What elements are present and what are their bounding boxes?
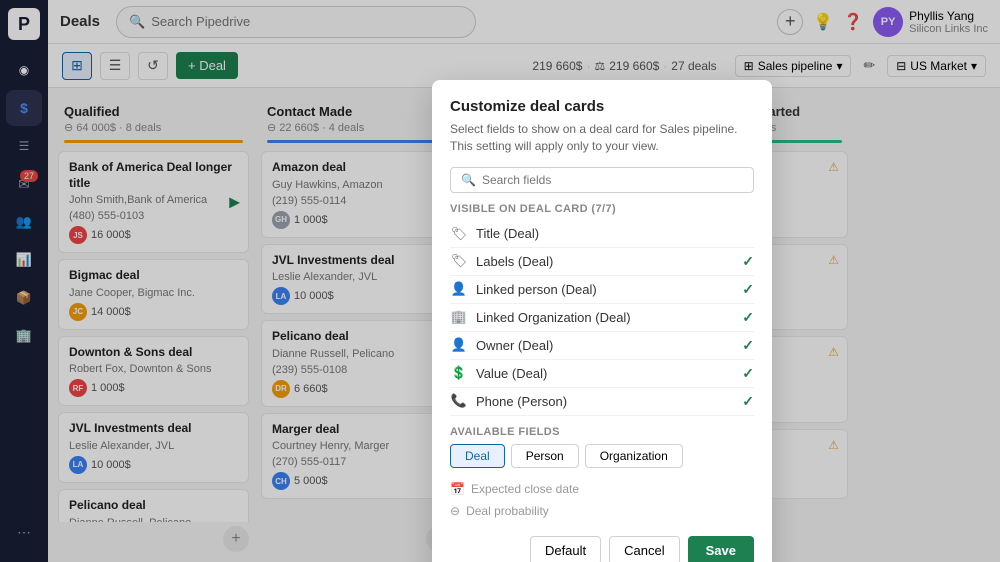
available-section-label: AVAILABLE FIELDS [450,426,754,438]
cancel-button[interactable]: Cancel [609,536,679,562]
field-labels[interactable]: 🏷 Labels (Deal) ✓ [450,248,754,276]
field-title[interactable]: 🏷 Title (Deal) [450,221,754,248]
visible-fields-list: 🏷 Title (Deal) 🏷 Labels (Deal) ✓ 👤 Linke… [450,221,754,416]
save-button[interactable]: Save [688,536,754,562]
modal-search-input[interactable] [482,173,743,187]
modal-search-icon: 🔍 [461,173,476,187]
tab-person[interactable]: Person [511,444,579,468]
field-owner[interactable]: 👤 Owner (Deal) ✓ [450,332,754,360]
labels-icon: 🏷 [450,253,468,269]
modal-title: Customize deal cards [450,98,754,115]
tab-deal[interactable]: Deal [450,444,505,468]
customize-modal: Customize deal cards Select fields to sh… [432,80,772,562]
phone-check: ✓ [742,393,754,410]
modal-footer: Default Cancel Save [450,536,754,562]
field-value[interactable]: 💲 Value (Deal) ✓ [450,360,754,388]
field-linked-org[interactable]: 🏢 Linked Organization (Deal) ✓ [450,304,754,332]
labels-check: ✓ [742,253,754,270]
owner-icon: 👤 [450,337,468,353]
tab-organization[interactable]: Organization [585,444,683,468]
value-check: ✓ [742,365,754,382]
modal-description: Select fields to show on a deal card for… [450,121,754,155]
title-icon: 🏷 [450,226,468,242]
modal-search-bar[interactable]: 🔍 [450,167,754,193]
avail-field-probability: ⊖Deal probability [450,500,754,522]
probability-icon: ⊖ [450,504,460,518]
owner-check: ✓ [742,337,754,354]
default-button[interactable]: Default [530,536,601,562]
org-icon: 🏢 [450,309,468,325]
field-phone[interactable]: 📞 Phone (Person) ✓ [450,388,754,416]
visible-section-label: VISIBLE ON DEAL CARD (7/7) [450,203,754,215]
phone-icon: 📞 [450,393,468,409]
close-date-icon: 📅 [450,482,465,496]
person-icon: 👤 [450,281,468,297]
value-icon: 💲 [450,365,468,381]
linked-person-check: ✓ [742,281,754,298]
avail-field-close-date: 📅Expected close date [450,478,754,500]
linked-org-check: ✓ [742,309,754,326]
field-linked-person[interactable]: 👤 Linked person (Deal) ✓ [450,276,754,304]
available-tabs: Deal Person Organization [450,444,754,468]
available-fields-section: AVAILABLE FIELDS Deal Person Organizatio… [450,426,754,522]
